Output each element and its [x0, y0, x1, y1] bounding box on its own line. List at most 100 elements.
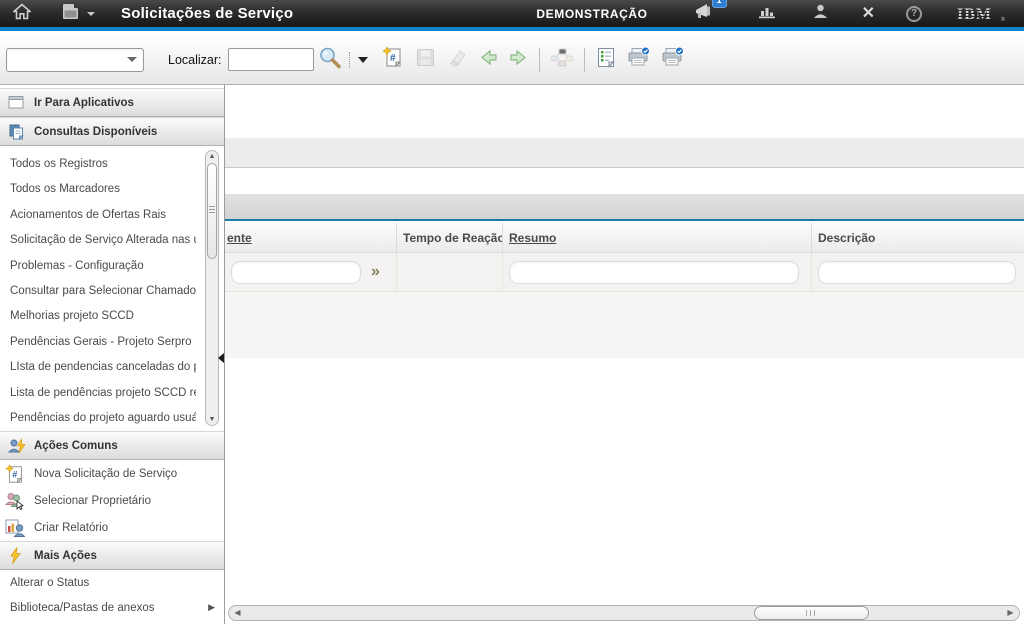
- sidebar-header-more-actions[interactable]: Mais Ações: [0, 541, 224, 570]
- chevron-down-icon: [358, 57, 368, 63]
- column-header-description: Descrição: [812, 223, 1024, 252]
- filter-input-description[interactable]: [818, 261, 1016, 284]
- home-button[interactable]: [13, 3, 31, 25]
- divider: [584, 48, 585, 72]
- query-item[interactable]: Todos os Marcadores: [0, 177, 196, 202]
- save-icon: [416, 48, 435, 72]
- person-lightning-icon: [8, 438, 26, 454]
- table-filter-row: »: [225, 253, 1024, 292]
- filter-input-summary[interactable]: [509, 261, 799, 284]
- new-record-icon: #: [5, 463, 25, 485]
- svg-text:#: #: [12, 469, 17, 479]
- arrow-left-icon: [478, 49, 498, 71]
- filter-input-requester[interactable]: [231, 261, 361, 284]
- main-content: ente Tempo de Reação Resumo Descrição » …: [225, 85, 1024, 624]
- brand-logo: IBM ®: [956, 5, 1008, 23]
- query-item[interactable]: Todos os Registros: [0, 152, 196, 177]
- home-icon: [13, 3, 31, 25]
- saved-query-select[interactable]: [6, 48, 144, 72]
- application-toolbar: Localizar: #: [0, 35, 1024, 85]
- query-list-scrollbar[interactable]: ▲ ▼: [205, 150, 219, 426]
- find-label: Localizar:: [168, 53, 222, 67]
- horizontal-scrollbar[interactable]: ◀ ▶: [228, 605, 1020, 621]
- action-new-service-request[interactable]: # Nova Solicitação de Serviço: [0, 460, 224, 487]
- person-icon: [813, 4, 828, 24]
- logout-button[interactable]: ✕: [862, 6, 875, 22]
- scroll-up-icon[interactable]: ▲: [206, 153, 218, 160]
- action-label: Criar Relatório: [34, 522, 108, 534]
- scroll-down-icon[interactable]: ▼: [206, 416, 218, 423]
- clear-changes-button[interactable]: [446, 48, 467, 72]
- filter-cell: [397, 253, 503, 291]
- profile-button[interactable]: [813, 4, 828, 24]
- query-item[interactable]: Pendências do projeto aguardo usuário: [0, 406, 196, 431]
- sidebar-header-label: Ir Para Aplicativos: [34, 97, 134, 109]
- lightning-icon: [8, 547, 26, 564]
- applications-menu-button[interactable]: [60, 3, 95, 25]
- collapse-left-icon: [218, 353, 224, 363]
- query-item[interactable]: Pendências Gerais - Projeto Serpro: [0, 330, 196, 355]
- sidebar-collapse-handle[interactable]: [218, 347, 226, 369]
- print-button[interactable]: [627, 47, 651, 72]
- action-select-owner[interactable]: Selecionar Proprietário: [0, 487, 224, 514]
- find-input[interactable]: [228, 48, 314, 71]
- query-item[interactable]: Melhorias projeto SCCD: [0, 304, 196, 329]
- action-label: Biblioteca/Pastas de anexos: [10, 602, 154, 614]
- scroll-right-icon[interactable]: ▶: [1004, 607, 1017, 619]
- print-with-attachments-button[interactable]: [661, 47, 685, 72]
- sidebar-header-common-actions[interactable]: Ações Comuns: [0, 431, 224, 460]
- svg-text:IBM: IBM: [957, 6, 992, 23]
- help-button[interactable]: ?: [906, 6, 922, 22]
- query-item[interactable]: LIsta de pendencias canceladas do p...: [0, 355, 196, 380]
- action-change-status[interactable]: Alterar o Status: [0, 570, 224, 595]
- action-label: Alterar o Status: [10, 577, 89, 589]
- submenu-arrow-icon: ▶: [208, 602, 215, 613]
- new-record-icon: #: [382, 46, 404, 73]
- run-reports-button[interactable]: [597, 47, 615, 73]
- action-attachments-library[interactable]: Biblioteca/Pastas de anexos ▶: [0, 595, 224, 620]
- filter-more-icon[interactable]: »: [371, 264, 380, 280]
- svg-text:®: ®: [1001, 16, 1005, 23]
- table-title-bar: [225, 194, 1024, 221]
- save-button[interactable]: [416, 48, 435, 72]
- select-caret-icon: [127, 57, 137, 62]
- query-item[interactable]: Solicitação de Serviço Alterada nas ú...: [0, 228, 196, 253]
- top-navigation-bar: Solicitações de Serviço DEMONSTRAÇÃO 1: [0, 0, 1024, 31]
- environment-label: DEMONSTRAÇÃO: [536, 7, 647, 21]
- create-report-icon: [5, 519, 25, 537]
- queries-icon: [8, 124, 26, 140]
- search-options-button[interactable]: [352, 57, 368, 63]
- new-record-button[interactable]: #: [382, 46, 404, 73]
- sidebar: Ir Para Aplicativos Consultas Disponívei…: [0, 85, 225, 624]
- sidebar-header-go-to-apps[interactable]: Ir Para Aplicativos: [0, 88, 224, 117]
- vertical-scroll-thumb[interactable]: [207, 163, 217, 259]
- divider: [539, 48, 540, 72]
- horizontal-scroll-thumb[interactable]: [754, 606, 869, 620]
- sidebar-header-available-queries[interactable]: Consultas Disponíveis: [0, 117, 224, 146]
- sidebar-header-label: Consultas Disponíveis: [34, 126, 157, 138]
- filter-cell: [503, 253, 812, 291]
- application-window-icon: [8, 95, 26, 110]
- report-list-icon: [597, 47, 615, 73]
- svg-text:#: #: [390, 53, 396, 64]
- search-button[interactable]: [318, 46, 342, 74]
- content-band: [225, 138, 1024, 168]
- action-create-report[interactable]: Criar Relatório: [0, 514, 224, 541]
- announcements-button[interactable]: 1: [694, 3, 716, 25]
- action-label: Nova Solicitação de Serviço: [34, 468, 177, 480]
- scroll-left-icon[interactable]: ◀: [231, 607, 244, 619]
- reports-button[interactable]: [758, 4, 776, 24]
- previous-record-button[interactable]: [478, 49, 498, 71]
- empty-rows-area: [225, 292, 1024, 358]
- query-item[interactable]: Consultar para Selecionar Chamado...: [0, 279, 196, 304]
- applications-icon: [60, 3, 82, 25]
- column-header-requester[interactable]: ente: [225, 223, 397, 252]
- next-record-button[interactable]: [509, 49, 529, 71]
- query-item[interactable]: Problemas - Configuração: [0, 254, 196, 279]
- column-header-summary[interactable]: Resumo: [503, 223, 812, 252]
- query-item[interactable]: Lista de pendências projeto SCCD re...: [0, 381, 196, 406]
- filter-cell: [812, 253, 1024, 291]
- query-item[interactable]: Acionamentos de Ofertas Rais: [0, 203, 196, 228]
- query-list: Todos os Registros Todos os Marcadores A…: [0, 146, 224, 431]
- workflow-button[interactable]: [550, 48, 574, 72]
